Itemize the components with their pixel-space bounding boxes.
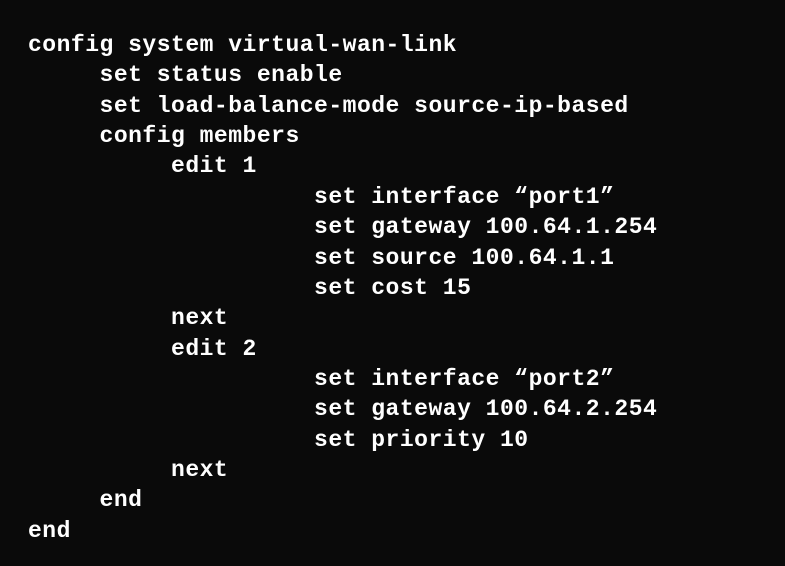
config-line: set priority 10 bbox=[28, 425, 757, 455]
config-line: config members bbox=[28, 121, 757, 151]
config-line: next bbox=[28, 303, 757, 333]
config-line: set gateway 100.64.1.254 bbox=[28, 212, 757, 242]
config-line: set source 100.64.1.1 bbox=[28, 243, 757, 273]
config-line: config system virtual-wan-link bbox=[28, 30, 757, 60]
config-line: set load-balance-mode source-ip-based bbox=[28, 91, 757, 121]
terminal-output: config system virtual-wan-link set statu… bbox=[28, 30, 757, 546]
config-line: set cost 15 bbox=[28, 273, 757, 303]
config-line: set status enable bbox=[28, 60, 757, 90]
config-line: edit 1 bbox=[28, 151, 757, 181]
config-line: set interface “port1” bbox=[28, 182, 757, 212]
config-line: edit 2 bbox=[28, 334, 757, 364]
config-line: set gateway 100.64.2.254 bbox=[28, 394, 757, 424]
config-line: next bbox=[28, 455, 757, 485]
config-line: end bbox=[28, 516, 757, 546]
config-line: set interface “port2” bbox=[28, 364, 757, 394]
config-line: end bbox=[28, 485, 757, 515]
